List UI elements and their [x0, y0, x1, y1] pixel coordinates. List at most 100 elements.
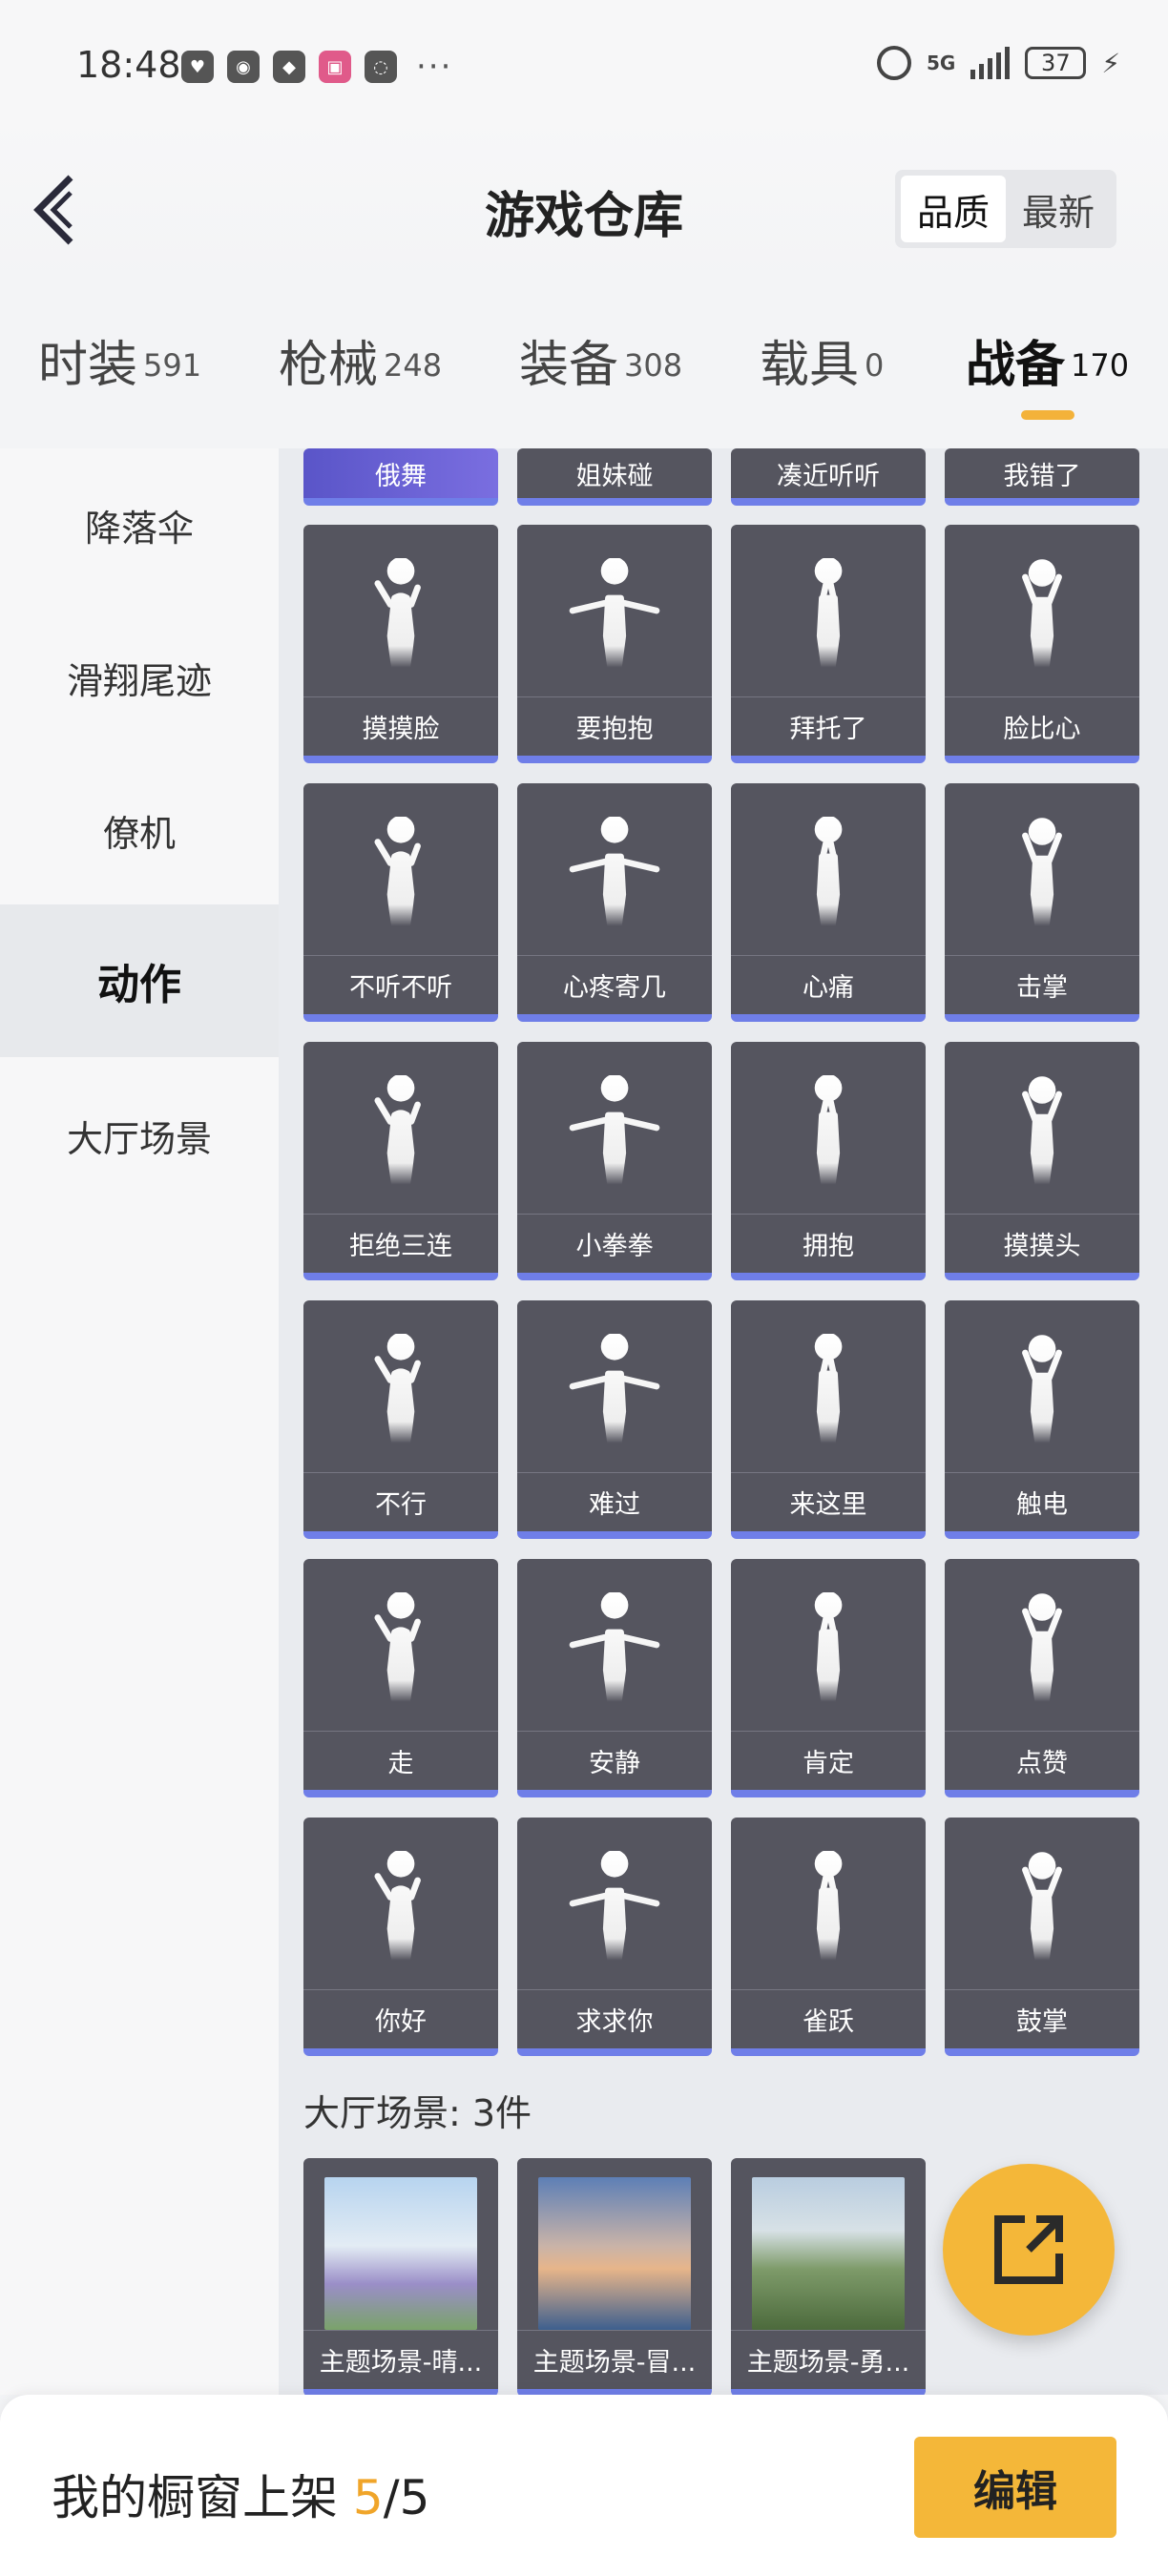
action-card[interactable]: 鼓掌 [945, 1818, 1139, 2056]
action-card[interactable]: 肯定 [731, 1559, 926, 1797]
bilibili-icon: ▣ [319, 51, 351, 83]
action-card-label: 肯定 [731, 1731, 926, 1790]
action-card[interactable]: 摸摸头 [945, 1042, 1139, 1280]
action-pose-icon [945, 802, 1139, 955]
share-button[interactable] [943, 2164, 1115, 2336]
action-card[interactable]: 你好 [303, 1818, 498, 2056]
action-pose-icon [731, 1319, 926, 1472]
side-item-lobby-scene[interactable]: 大厅场景 [0, 1059, 279, 1212]
action-card[interactable]: 摸摸脸 [303, 525, 498, 763]
action-card[interactable]: 雀跃 [731, 1818, 926, 2056]
action-card[interactable]: 不听不听 [303, 783, 498, 1022]
sort-toggle: 品质 最新 [895, 170, 1116, 248]
action-card[interactable]: 难过 [517, 1300, 712, 1539]
tab-count: 170 [1071, 346, 1130, 384]
action-card-label: 摸摸脸 [303, 696, 498, 756]
action-pose-icon [303, 802, 498, 955]
scene-card[interactable]: 主题场景-冒... [517, 2158, 712, 2395]
side-item-glide-trail[interactable]: 滑翔尾迹 [0, 601, 279, 754]
action-pose-icon [731, 1837, 926, 1989]
scene-card-label: 主题场景-晴... [303, 2330, 498, 2389]
action-card-label: 凑近听听 [777, 461, 880, 491]
action-card-label: 安静 [517, 1731, 712, 1790]
tab-count: 0 [865, 346, 885, 384]
action-card[interactable]: 拜托了 [731, 525, 926, 763]
network-type: 5G [926, 52, 956, 74]
scene-card-label: 主题场景-冒... [517, 2330, 712, 2389]
action-card[interactable]: 来这里 [731, 1300, 926, 1539]
action-card[interactable]: 我错了 [945, 448, 1139, 506]
action-card[interactable]: 心疼寄几 [517, 783, 712, 1022]
side-item-wingman[interactable]: 僚机 [0, 754, 279, 906]
action-pose-icon [303, 1061, 498, 1214]
showcase-total: /5 [383, 2470, 430, 2525]
action-pose-icon [303, 1578, 498, 1731]
action-card-label: 点赞 [945, 1731, 1139, 1790]
action-card-label: 心疼寄几 [517, 955, 712, 1014]
action-card[interactable]: 求求你 [517, 1818, 712, 2056]
action-card[interactable]: 走 [303, 1559, 498, 1797]
action-card[interactable]: 不行 [303, 1300, 498, 1539]
tab-guns[interactable]: 枪械 248 [279, 324, 442, 401]
action-card[interactable]: 拥抱 [731, 1042, 926, 1280]
status-bar: 18:48 ♥ ◉ ◆ ▣ ◌ ··· 5G 37 ⚡ [0, 0, 1168, 118]
scene-card[interactable]: 主题场景-勇... [731, 2158, 926, 2395]
wechat-icon: ◉ [227, 51, 260, 83]
action-card-label: 摸摸头 [945, 1214, 1139, 1273]
action-card-label: 姐妹碰 [575, 461, 654, 491]
action-pose-icon [945, 1578, 1139, 1731]
sort-newest-button[interactable]: 最新 [1006, 176, 1111, 242]
action-card-label: 求求你 [517, 1989, 712, 2048]
scene-card-label: 主题场景-勇... [731, 2330, 926, 2389]
action-card[interactable]: 安静 [517, 1559, 712, 1797]
action-pose-icon [517, 802, 712, 955]
action-card[interactable]: 触电 [945, 1300, 1139, 1539]
action-card[interactable]: 心痛 [731, 783, 926, 1022]
action-pose-icon [945, 1061, 1139, 1214]
action-card[interactable]: 小拳拳 [517, 1042, 712, 1280]
alarm-icon [876, 46, 911, 80]
side-item-parachute[interactable]: 降落伞 [0, 448, 279, 601]
action-card[interactable]: 要抱抱 [517, 525, 712, 763]
action-card-label: 不听不听 [303, 955, 498, 1014]
edit-button[interactable]: 编辑 [914, 2437, 1116, 2538]
lobby-section-heading: 大厅场景: 3件 [303, 2092, 532, 2134]
more-notifications-icon: ··· [416, 48, 453, 86]
action-card[interactable]: 脸比心 [945, 525, 1139, 763]
active-tab-indicator [1021, 410, 1074, 420]
action-card-label: 要抱抱 [517, 696, 712, 756]
action-card[interactable]: 拒绝三连 [303, 1042, 498, 1280]
qq-icon: ◆ [273, 51, 305, 83]
sort-quality-button[interactable]: 品质 [901, 176, 1006, 242]
action-card-label: 雀跃 [731, 1989, 926, 2048]
showcase-current-count: 5 [352, 2470, 384, 2525]
action-card[interactable]: 凑近听听 [731, 448, 926, 506]
tab-battle-prep[interactable]: 战备 170 [966, 324, 1129, 401]
action-card-label: 拒绝三连 [303, 1214, 498, 1273]
action-pose-icon [303, 544, 498, 696]
action-card[interactable]: 俄舞 [303, 448, 498, 506]
action-card[interactable]: 击掌 [945, 783, 1139, 1022]
heart-app-icon: ♥ [181, 51, 214, 83]
tab-label: 时装 [38, 337, 138, 394]
action-card-label: 拥抱 [731, 1214, 926, 1273]
showcase-label: 我的橱窗上架 [52, 2470, 353, 2525]
action-pose-icon [303, 1319, 498, 1472]
tab-vehicles[interactable]: 载具 0 [760, 324, 884, 401]
scene-card[interactable]: 主题场景-晴... [303, 2158, 498, 2395]
tab-fashion[interactable]: 时装 591 [38, 324, 201, 401]
action-pose-icon [945, 544, 1139, 696]
scene-thumbnail [752, 2177, 905, 2330]
battery-icon: 37 [1025, 47, 1087, 79]
tab-count: 308 [624, 346, 683, 384]
action-pose-icon [517, 1578, 712, 1731]
action-card[interactable]: 姐妹碰 [517, 448, 712, 506]
action-pose-icon [731, 802, 926, 955]
tab-equipment[interactable]: 装备 308 [519, 324, 682, 401]
signal-icon [970, 47, 1011, 79]
action-card[interactable]: 点赞 [945, 1559, 1139, 1797]
side-item-actions[interactable]: 动作 [0, 904, 279, 1057]
tab-label: 枪械 [279, 337, 379, 394]
showcase-status: 我的橱窗上架 5/5 [52, 2460, 429, 2528]
action-card-label: 我错了 [1003, 461, 1081, 491]
